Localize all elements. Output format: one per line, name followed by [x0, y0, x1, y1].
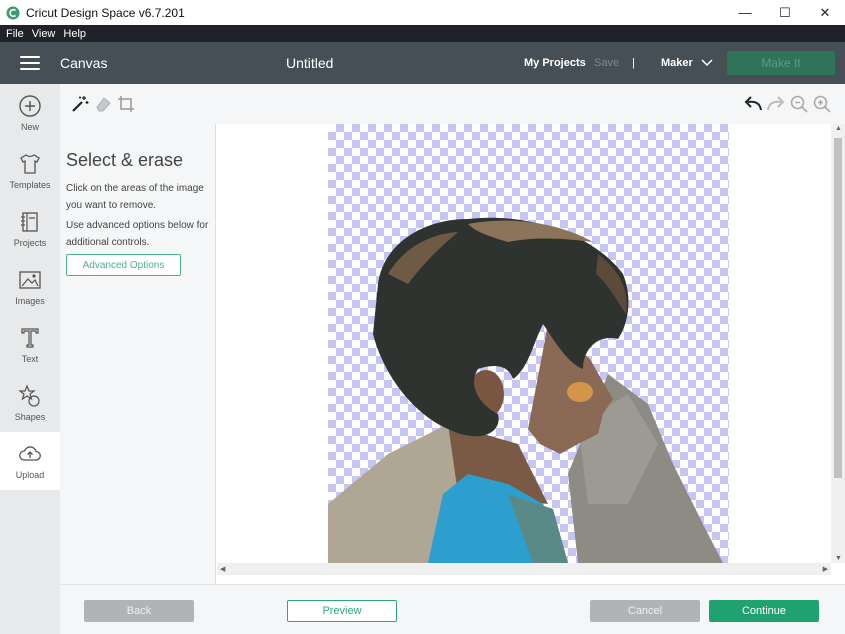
header-separator: | — [632, 57, 635, 69]
zoom-out-icon[interactable] — [789, 94, 809, 114]
scroll-left-icon[interactable]: ◀ — [220, 565, 225, 573]
continue-button[interactable]: Continue — [709, 600, 819, 622]
close-window-button[interactable]: ✕ — [805, 0, 845, 25]
footer-bar: Back Preview Cancel Continue — [60, 584, 845, 634]
undo-icon[interactable] — [743, 94, 763, 114]
nav-label: Text — [21, 354, 39, 364]
maximize-button[interactable]: ☐ — [765, 0, 805, 25]
magic-wand-icon[interactable] — [70, 94, 90, 114]
nav-label: Projects — [13, 238, 47, 248]
tshirt-icon — [20, 154, 40, 174]
image-canvas: ▲ ▼ ◀ ▶ — [217, 124, 845, 584]
back-button[interactable]: Back — [84, 600, 194, 622]
scroll-up-icon[interactable]: ▲ — [835, 125, 842, 132]
machine-selector[interactable]: Maker — [661, 57, 713, 69]
nav-label: Images — [15, 296, 45, 306]
preview-button[interactable]: Preview — [287, 600, 397, 622]
redo-icon[interactable] — [766, 94, 786, 114]
nav-upload[interactable]: Upload — [0, 432, 60, 490]
cloud-upload-icon — [19, 446, 41, 461]
window-titlebar: Cricut Design Space v6.7.201 — ☐ ✕ — [0, 0, 845, 25]
nav-images[interactable]: Images — [0, 258, 60, 316]
nav-label: Shapes — [14, 412, 46, 422]
shapes-icon — [18, 384, 40, 407]
cricut-logo-icon — [6, 6, 20, 19]
document-title[interactable]: Untitled — [286, 55, 333, 71]
crop-icon[interactable] — [116, 94, 136, 114]
panel-heading: Select & erase — [66, 150, 184, 170]
window-title: Cricut Design Space v6.7.201 — [26, 5, 185, 20]
menu-bar: File View Help — [0, 25, 845, 42]
advanced-options-button[interactable]: Advanced Options — [66, 254, 181, 276]
menu-file[interactable]: File — [6, 28, 24, 40]
panel-instruction-2: Use advanced options below for additiona… — [66, 220, 209, 248]
nav-templates[interactable]: Templates — [0, 142, 60, 200]
minimize-button[interactable]: — — [725, 0, 765, 25]
uploaded-image[interactable] — [328, 124, 729, 563]
make-it-button[interactable]: Make It — [727, 51, 835, 75]
machine-name: Maker — [661, 57, 693, 69]
chevron-down-icon — [701, 59, 713, 67]
nav-text[interactable]: Text — [0, 316, 60, 374]
portrait-photo — [328, 217, 723, 563]
nav-label: New — [20, 122, 39, 132]
menu-view[interactable]: View — [32, 28, 56, 40]
text-t-icon — [21, 328, 39, 348]
nav-shapes[interactable]: Shapes — [0, 374, 60, 432]
nav-projects[interactable]: Projects — [0, 200, 60, 258]
menu-help[interactable]: Help — [63, 28, 86, 40]
horizontal-scrollbar[interactable]: ◀ ▶ — [217, 563, 831, 575]
save-link[interactable]: Save — [594, 57, 619, 69]
cancel-button[interactable]: Cancel — [590, 600, 700, 622]
scroll-thumb[interactable] — [834, 138, 842, 478]
nav-label: Upload — [15, 470, 45, 480]
image-icon — [19, 271, 41, 289]
nav-label: Templates — [9, 180, 51, 190]
hamburger-menu-icon[interactable] — [20, 56, 40, 70]
section-title: Canvas — [60, 55, 108, 71]
scroll-down-icon[interactable]: ▼ — [835, 555, 842, 562]
scroll-right-icon[interactable]: ▶ — [823, 565, 828, 573]
plus-circle-icon — [19, 95, 41, 117]
vertical-scrollbar[interactable]: ▲ ▼ — [831, 124, 845, 563]
app-header: Canvas Untitled My Projects Save | Maker… — [0, 42, 845, 84]
zoom-in-icon[interactable] — [812, 94, 832, 114]
my-projects-link[interactable]: My Projects — [524, 57, 586, 69]
panel-instruction-1: Click on the areas of the image you want… — [66, 183, 204, 211]
select-erase-panel: Select & erase Click on the areas of the… — [60, 124, 216, 584]
nav-new[interactable]: New — [0, 84, 60, 142]
eraser-icon[interactable] — [93, 94, 113, 114]
left-navigation: New Templates Projects Images Text Shape… — [0, 84, 60, 634]
notebook-icon — [21, 212, 38, 232]
edit-toolbar — [60, 84, 845, 124]
